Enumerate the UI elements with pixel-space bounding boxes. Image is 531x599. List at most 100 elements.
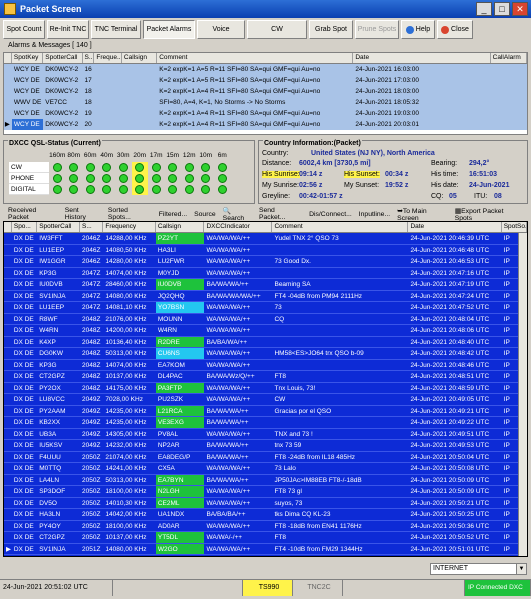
spot-row[interactable]: DX DE PY4OY 2050Z 18100,00 KHz AD0AR WA/WA/WA… xyxy=(4,521,527,532)
column-header[interactable]: S... xyxy=(80,222,104,232)
spot-cell: WA/WA/-/++ xyxy=(206,534,243,541)
spot-row[interactable]: DX DE M0TTQ 2050Z 14241,00 KHz CX5A WA/WA/WA/… xyxy=(4,463,527,475)
packet-alarms-button[interactable]: Packet Alarms xyxy=(143,20,195,39)
confirmed-smiley-icon xyxy=(85,185,95,194)
column-header[interactable]: Date xyxy=(353,53,491,63)
window-controls: _ □ ✕ xyxy=(476,2,528,16)
spot-row[interactable]: DX DE IW1GGR 2046Z 14280,00 KHz LU2FWR WA/WA/… xyxy=(4,256,527,268)
spot-row[interactable]: DX DE IU5KSV 2049Z 14232,00 KHz NP2AR BA/WA/W… xyxy=(4,440,527,452)
menu-sent-history[interactable]: Sent History xyxy=(65,207,101,221)
vertical-scrollbar[interactable] xyxy=(518,233,527,556)
spot-cell: DX DE xyxy=(13,373,34,380)
source-select[interactable]: INTERNET ▼ xyxy=(430,563,527,575)
column-header[interactable]: Date xyxy=(408,222,502,232)
band-label: 12m xyxy=(182,152,196,159)
spot-row[interactable]: DX DE PY2AAM 2049Z 14235,00 KHz L21RCA BA/WA/… xyxy=(4,405,527,417)
spot-row[interactable]: DX DE F4UUU 2050Z 21074,00 KHz EA8DEG/P BA/WA… xyxy=(4,452,527,463)
alarms-grid[interactable]: SpotKey SpotterCall S... Freque... Callsign C… xyxy=(3,52,528,135)
menu-source[interactable]: Source xyxy=(194,211,216,218)
column-header[interactable]: Spo... xyxy=(12,222,38,232)
column-header[interactable]: Callsign xyxy=(122,53,158,63)
spot-row[interactable]: DX DE DV5O 2050Z 14010,30 KHz CE2ML WA/WA/WA/… xyxy=(4,497,527,509)
spot-row[interactable]: DX DE HA3LN 2050Z 14042,00 KHz UA1NDX BA/BA/B… xyxy=(4,509,527,521)
spot-cell: CW xyxy=(274,396,286,403)
spot-row[interactable]: DX DE SV1INJA 2047Z 14080,00 KHz JQ2QHQ BA/WA… xyxy=(4,291,527,302)
close-window-icon[interactable]: ✕ xyxy=(512,2,528,16)
column-header[interactable]: SpotKey xyxy=(12,53,44,63)
column-header[interactable]: DXCCIndicator xyxy=(204,222,273,232)
menu-send-packet[interactable]: Send Packet... xyxy=(259,207,302,221)
spot-cell: 24-Jun-2021 20:50:36 UTC xyxy=(410,522,490,530)
tnc-terminal-button[interactable]: TNC Terminal xyxy=(91,20,141,39)
column-header[interactable]: SpotterCall xyxy=(37,222,80,232)
spot-cell: BA/WA/WA/++ xyxy=(206,442,249,449)
to-main-screen-button[interactable]: ➥To Main Screen xyxy=(397,207,449,222)
column-header[interactable]: SpotSo... xyxy=(502,222,527,232)
alarm-row[interactable]: ▶ WCY DE DK0WCY-2 20 K=2 expK=1 A=4 R=11 SFI… xyxy=(4,119,527,130)
alarm-cell: 16 xyxy=(84,66,92,73)
minimize-icon[interactable]: _ xyxy=(476,2,492,16)
alarm-row[interactable]: WWV DE VE7CC 18 SFI=80, A=4, K=1, No Storms… xyxy=(4,97,527,108)
spot-row[interactable]: DX DE UB3A 2049Z 14305,00 KHz PV8AL WA/WA/WA/… xyxy=(4,429,527,440)
spot-cell: 2050Z xyxy=(81,534,101,541)
grab-spot-button[interactable]: Grab Spot xyxy=(309,20,353,39)
spot-row[interactable]: DX DE CT2GPZ 2048Z 10137,00 KHz DL4PAC BA/WA/… xyxy=(4,371,527,383)
cw-button[interactable]: CW xyxy=(247,20,307,39)
spot-row[interactable]: DX DE K4XP 2048Z 10136,40 KHz R2DRE BA/BA/WA/… xyxy=(4,336,527,348)
spot-cell: 14010,30 KHz xyxy=(105,499,147,507)
spot-row[interactable]: DX DE LU1EEP 2046Z 14080,50 KHz HA3LI WA/WA/W… xyxy=(4,245,527,256)
help-button[interactable]: Help xyxy=(401,20,435,39)
confirmed-smiley-icon xyxy=(69,174,79,183)
qsl-cell xyxy=(214,173,231,184)
column-header[interactable]: Comment xyxy=(157,53,354,63)
column-header[interactable]: Freque... xyxy=(94,53,122,63)
spot-row[interactable]: DX DE SP3DOF 2050Z 18100,00 KHz N2LGH WA/WA/W… xyxy=(4,486,527,498)
row-pointer-icon xyxy=(4,383,12,394)
menu-sorted-spots[interactable]: Sorted Spots... xyxy=(108,207,152,221)
spot-row[interactable]: DX DE KB2XX 2049Z 14235,00 KHz VE3EXG BA/WA/W… xyxy=(4,417,527,429)
spot-row[interactable]: DX DE LA4LN 2050Z 50313,00 KHz EA7BYN BA/WA/W… xyxy=(4,474,527,486)
menu-filtered[interactable]: Filtered... xyxy=(159,211,187,218)
confirmed-smiley-icon xyxy=(52,185,62,194)
menu-received-packet[interactable]: Received Packet xyxy=(8,207,58,221)
spot-cell: CU6NS xyxy=(155,348,205,359)
spot-row[interactable]: DX DE KP3G 2048Z 14074,00 KHz EA7KOM WA/WA/WA… xyxy=(4,360,527,371)
prune-spots-button[interactable]: Prune Spots xyxy=(355,20,399,39)
spot-row[interactable]: DX DE LU8VCC 2049Z 7028,00 KHz PU2SZK WA/WA/W… xyxy=(4,394,527,406)
close-button[interactable]: Close xyxy=(437,20,473,39)
alarm-row[interactable]: WCY DE DK0WCY-2 19 K=2 expK=1 A=4 R=11 SFI=… xyxy=(4,108,527,119)
spot-cell: W4RN xyxy=(157,327,177,334)
alarm-cell: DK0WCY-2 xyxy=(45,110,79,117)
menu-disconnect[interactable]: Dis/Connect... xyxy=(309,211,352,218)
column-header[interactable]: Comment xyxy=(272,222,409,232)
spot-row[interactable]: DX DE PY2OX 2048Z 14175,00 KHz PA3FTP WA/WA/W… xyxy=(4,382,527,394)
spot-row[interactable]: DX DE DG0KW 2048Z 50313,00 KHz CU6NS WA/WA/WA… xyxy=(4,348,527,360)
export-packet-spots-button[interactable]: ▦Export Packet Spots xyxy=(455,207,521,222)
alarm-row[interactable]: WCY DE DK0WCY-2 17 K=2 expK=1 A=5 R=11 SFI=… xyxy=(4,75,527,86)
column-header[interactable]: Callsign xyxy=(156,222,205,232)
spot-row[interactable]: DX DE IW3FFT 2046Z 14288,00 KHz PZ2YT WA/WA/W… xyxy=(4,233,527,245)
spot-row[interactable]: DX DE LU1EEP 2047Z 14081,10 KHz YO7BSN WA/WA/… xyxy=(4,302,527,314)
confirmed-smiley-icon xyxy=(102,163,112,172)
packet-spots-grid[interactable]: Spo... SpotterCall S... Frequency Callsign DX… xyxy=(3,221,528,557)
spot-cell: Gracias por el QSO xyxy=(274,407,332,415)
menu-search[interactable]: 🔍Search xyxy=(223,207,252,222)
chevron-down-icon[interactable]: ▼ xyxy=(516,564,526,574)
column-header[interactable]: CallAlarm xyxy=(491,53,527,63)
column-header[interactable]: Frequency xyxy=(103,222,156,232)
spot-row[interactable]: DX DE CT2GPZ 2050Z 10137,00 KHz YT5DL WA/WA/-… xyxy=(4,532,527,544)
spot-row[interactable]: DX DE IU0DVB 2047Z 28460,00 KHz IU0DVB BA/WA/… xyxy=(4,279,527,291)
maximize-icon[interactable]: □ xyxy=(494,2,510,16)
column-header[interactable]: S... xyxy=(83,53,95,63)
re-init-tnc-button[interactable]: Re-Init TNC xyxy=(47,20,89,39)
spot-row[interactable]: DX DE W4RN 2048Z 14200,00 KHz W4RN WA/WA/WA/+… xyxy=(4,325,527,337)
spot-row[interactable]: ▶ DX DE SV1INJA 2051Z 14080,00 KHz W2GO WA/WA/… xyxy=(4,543,527,555)
spot-row[interactable]: DX DE KP3G 2047Z 14074,00 KHz M0YJD WA/WA/WA/… xyxy=(4,268,527,279)
spot-count-button[interactable]: Spot Count xyxy=(3,20,45,39)
alarm-row[interactable]: WCY DE DK0WCY-2 18 K=2 expK=1 A=4 R=11 SFI=… xyxy=(4,86,527,97)
alarm-row[interactable]: WCY DE DK0WCY-2 16 K=2 expK=1 A=5 R=11 SFI=… xyxy=(4,64,527,75)
column-header[interactable]: SpotterCall xyxy=(43,53,83,63)
spot-row[interactable]: DX DE R8WF 2048Z 21076,00 KHz MOUNN WA/WA/WA/… xyxy=(4,314,527,325)
menu-inputline[interactable]: Inputline... xyxy=(359,211,390,218)
voice-button[interactable]: Voice xyxy=(197,20,245,39)
